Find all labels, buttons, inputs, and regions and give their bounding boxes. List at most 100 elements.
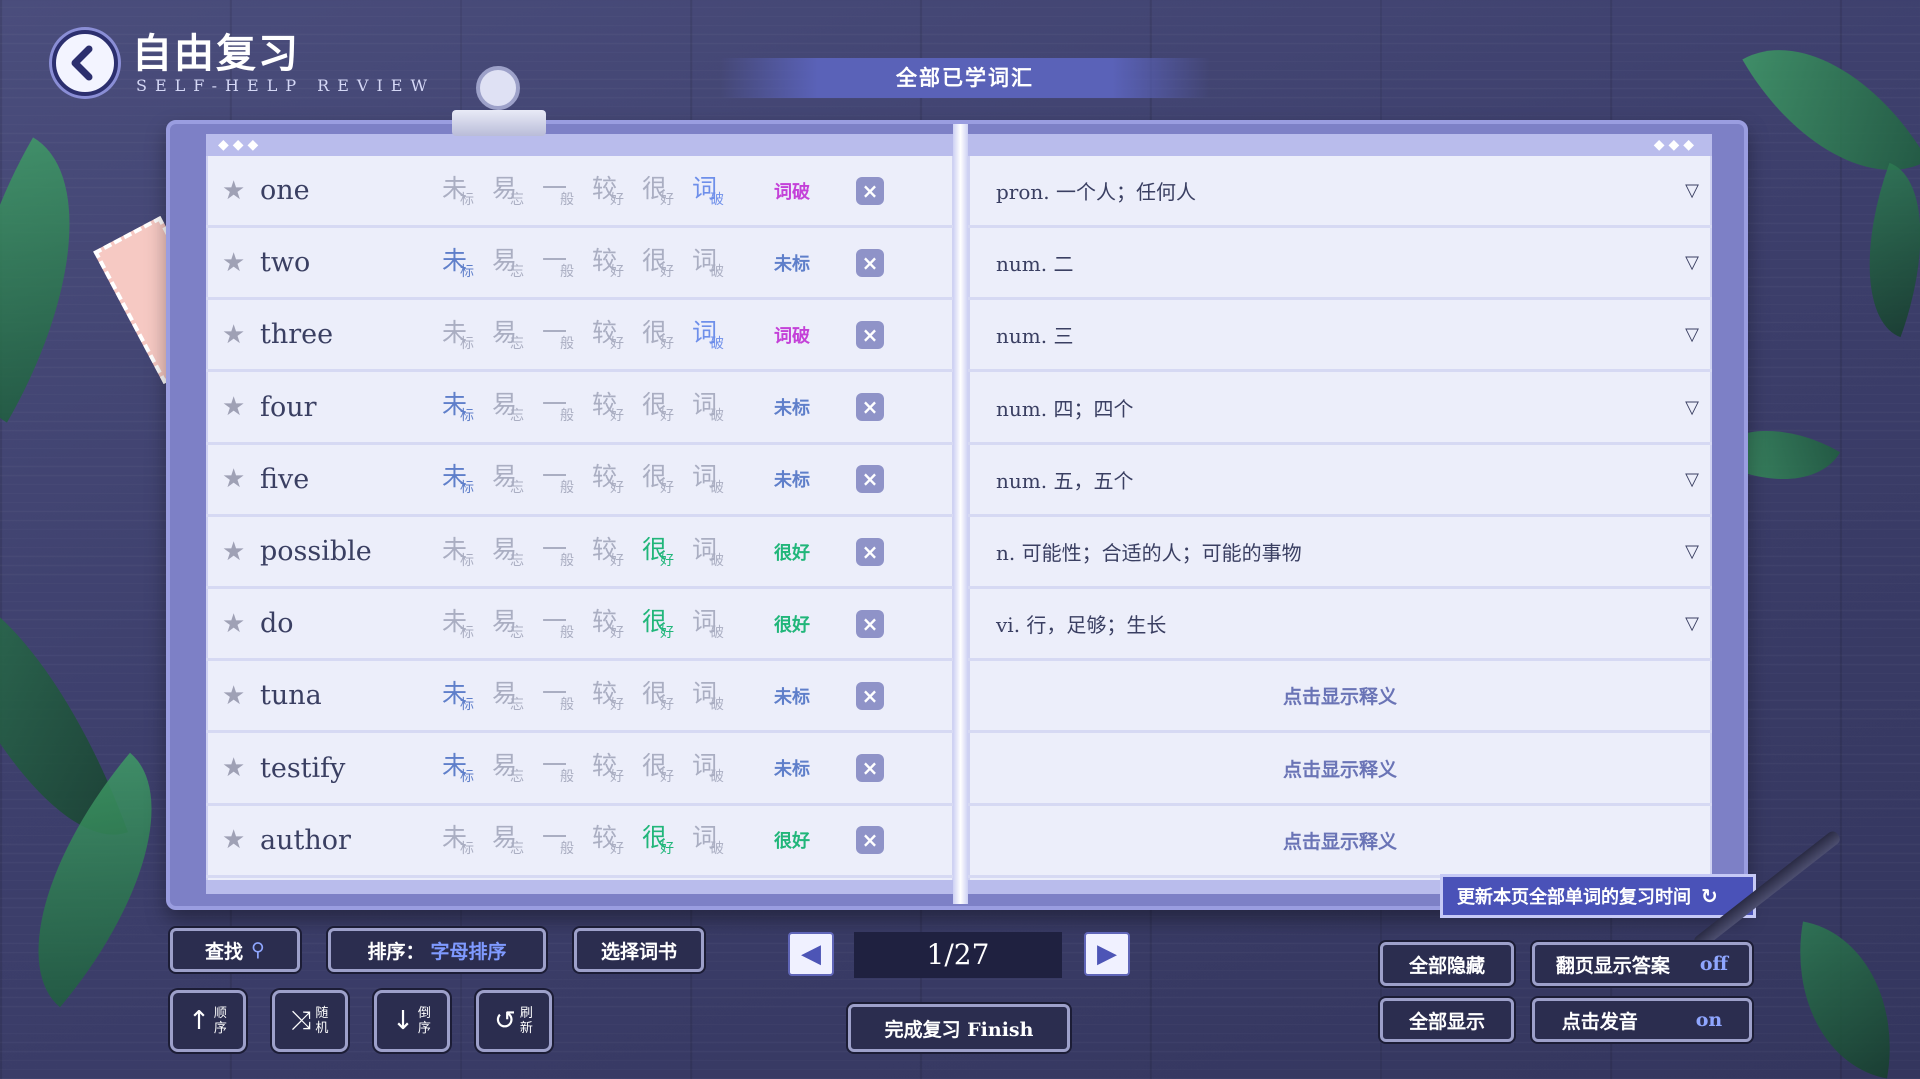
triangle-down-icon[interactable]: ▽ <box>1672 324 1712 345</box>
word-text[interactable]: author <box>252 825 442 856</box>
level-mark-button[interactable]: 很好 <box>642 602 692 646</box>
tab-all-learned[interactable]: 全部已学词汇 <box>720 58 1210 98</box>
show-all-button[interactable]: 全部显示 <box>1380 998 1514 1042</box>
word-text[interactable]: one <box>252 175 442 206</box>
remove-button[interactable]: × <box>856 465 884 494</box>
refresh-button[interactable]: ↺ 刷新 <box>476 990 552 1052</box>
level-mark-button[interactable]: 词破 <box>692 746 742 790</box>
level-mark-button[interactable]: 较好 <box>592 602 642 646</box>
search-button[interactable]: 查找 ⚲ <box>170 928 300 972</box>
level-mark-button[interactable]: 词破 <box>692 602 742 646</box>
hide-all-button[interactable]: 全部隐藏 <box>1380 942 1514 986</box>
level-mark-button[interactable]: 词破 <box>692 530 742 574</box>
level-mark-button[interactable]: 易忘 <box>492 457 542 501</box>
level-mark-button[interactable]: 一般 <box>542 313 592 357</box>
level-mark-button[interactable]: 很好 <box>642 457 692 501</box>
word-text[interactable]: possible <box>252 536 442 567</box>
level-mark-button[interactable]: 一般 <box>542 530 592 574</box>
order-random-button[interactable]: ⤨ 随机 <box>272 990 348 1052</box>
click-pronounce-toggle[interactable]: 点击发音 on <box>1532 998 1752 1042</box>
star-icon[interactable]: ★ <box>222 681 252 711</box>
star-icon[interactable]: ★ <box>222 537 252 567</box>
level-mark-button[interactable]: 一般 <box>542 674 592 718</box>
remove-button[interactable]: × <box>856 320 884 349</box>
level-mark-button[interactable]: 未标 <box>442 313 492 357</box>
level-mark-button[interactable]: 词破 <box>692 674 742 718</box>
level-mark-button[interactable]: 词破 <box>692 169 742 213</box>
level-mark-button[interactable]: 很好 <box>642 746 692 790</box>
level-mark-button[interactable]: 较好 <box>592 169 642 213</box>
back-button[interactable] <box>52 30 118 96</box>
level-mark-button[interactable]: 较好 <box>592 457 642 501</box>
level-mark-button[interactable]: 未标 <box>442 674 492 718</box>
level-mark-button[interactable]: 未标 <box>442 530 492 574</box>
remove-button[interactable]: × <box>856 248 884 277</box>
level-mark-button[interactable]: 很好 <box>642 674 692 718</box>
level-mark-button[interactable]: 词破 <box>692 385 742 429</box>
level-mark-button[interactable]: 易忘 <box>492 241 542 285</box>
word-text[interactable]: three <box>252 319 442 350</box>
remove-button[interactable]: × <box>856 754 884 783</box>
show-definition-link[interactable]: 点击显示释义 <box>968 682 1712 709</box>
level-mark-button[interactable]: 易忘 <box>492 818 542 862</box>
sort-dropdown[interactable]: 排序： 字母排序 <box>328 928 546 972</box>
level-mark-button[interactable]: 易忘 <box>492 746 542 790</box>
level-mark-button[interactable]: 易忘 <box>492 169 542 213</box>
level-mark-button[interactable]: 未标 <box>442 169 492 213</box>
word-text[interactable]: do <box>252 608 442 639</box>
level-mark-button[interactable]: 较好 <box>592 674 642 718</box>
level-mark-button[interactable]: 未标 <box>442 241 492 285</box>
level-mark-button[interactable]: 词破 <box>692 457 742 501</box>
level-mark-button[interactable]: 一般 <box>542 457 592 501</box>
triangle-down-icon[interactable]: ▽ <box>1672 541 1712 562</box>
triangle-down-icon[interactable]: ▽ <box>1672 397 1712 418</box>
star-icon[interactable]: ★ <box>222 825 252 855</box>
level-mark-button[interactable]: 一般 <box>542 818 592 862</box>
level-mark-button[interactable]: 较好 <box>592 746 642 790</box>
level-mark-button[interactable]: 一般 <box>542 241 592 285</box>
order-sequential-button[interactable]: ↑ 顺序 <box>170 990 246 1052</box>
level-mark-button[interactable]: 很好 <box>642 530 692 574</box>
remove-button[interactable]: × <box>856 176 884 205</box>
order-reverse-button[interactable]: ↓ 倒序 <box>374 990 450 1052</box>
level-mark-button[interactable]: 较好 <box>592 385 642 429</box>
next-page-button[interactable]: ▶ <box>1084 932 1130 976</box>
star-icon[interactable]: ★ <box>222 753 252 783</box>
level-mark-button[interactable]: 很好 <box>642 313 692 357</box>
show-definition-link[interactable]: 点击显示释义 <box>968 755 1712 782</box>
remove-button[interactable]: × <box>856 393 884 422</box>
word-text[interactable]: four <box>252 392 442 423</box>
star-icon[interactable]: ★ <box>222 464 252 494</box>
update-review-time-button[interactable]: 更新本页全部单词的复习时间 ↻ <box>1440 874 1756 918</box>
star-icon[interactable]: ★ <box>222 176 252 206</box>
level-mark-button[interactable]: 较好 <box>592 818 642 862</box>
word-text[interactable]: five <box>252 464 442 495</box>
star-icon[interactable]: ★ <box>222 248 252 278</box>
level-mark-button[interactable]: 很好 <box>642 385 692 429</box>
remove-button[interactable]: × <box>856 537 884 566</box>
level-mark-button[interactable]: 易忘 <box>492 313 542 357</box>
select-book-button[interactable]: 选择词书 <box>574 928 704 972</box>
level-mark-button[interactable]: 很好 <box>642 169 692 213</box>
level-mark-button[interactable]: 未标 <box>442 602 492 646</box>
triangle-down-icon[interactable]: ▽ <box>1672 469 1712 490</box>
finish-review-button[interactable]: 完成复习 Finish <box>848 1004 1070 1052</box>
triangle-down-icon[interactable]: ▽ <box>1672 252 1712 273</box>
level-mark-button[interactable]: 很好 <box>642 818 692 862</box>
level-mark-button[interactable]: 未标 <box>442 457 492 501</box>
remove-button[interactable]: × <box>856 609 884 638</box>
level-mark-button[interactable]: 较好 <box>592 313 642 357</box>
level-mark-button[interactable]: 易忘 <box>492 530 542 574</box>
star-icon[interactable]: ★ <box>222 392 252 422</box>
level-mark-button[interactable]: 较好 <box>592 530 642 574</box>
triangle-down-icon[interactable]: ▽ <box>1672 180 1712 201</box>
level-mark-button[interactable]: 词破 <box>692 241 742 285</box>
level-mark-button[interactable]: 未标 <box>442 818 492 862</box>
star-icon[interactable]: ★ <box>222 320 252 350</box>
level-mark-button[interactable]: 易忘 <box>492 385 542 429</box>
triangle-down-icon[interactable]: ▽ <box>1672 613 1712 634</box>
word-text[interactable]: two <box>252 247 442 278</box>
word-text[interactable]: testify <box>252 753 442 784</box>
level-mark-button[interactable]: 未标 <box>442 385 492 429</box>
level-mark-button[interactable]: 一般 <box>542 746 592 790</box>
